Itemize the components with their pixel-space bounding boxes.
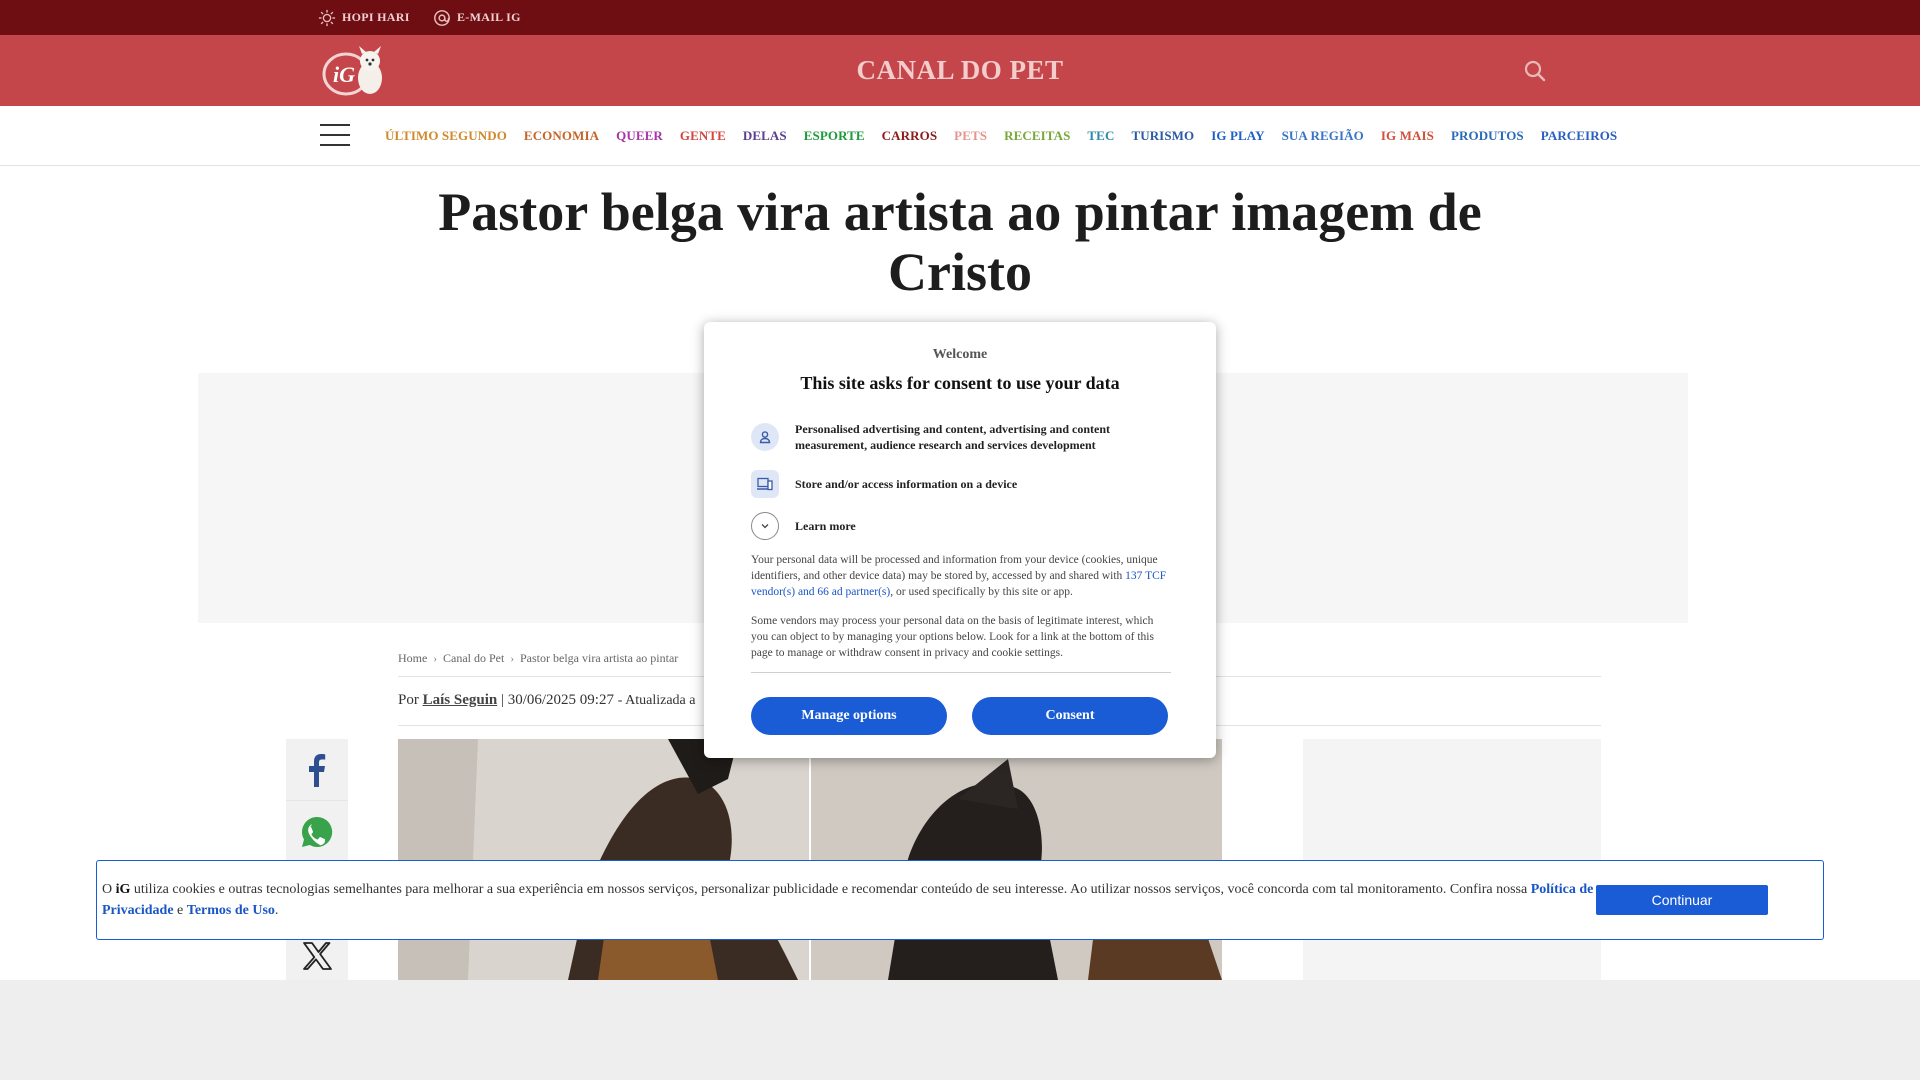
consent-paragraph-1: Your personal data will be processed and… [751,552,1171,600]
purpose-store-access: Store and/or access information on a dev… [751,470,1171,498]
learn-more-label: Learn more [795,519,856,533]
terms-link[interactable]: Termos de Uso [187,903,275,918]
consent-paragraph-2: Some vendors may process your personal d… [751,615,1154,659]
devices-icon [751,470,779,498]
cookie-text-part: O [102,882,116,897]
cookie-banner: O iG utiliza cookies e outras tecnologia… [96,860,1824,940]
manage-options-button[interactable]: Manage options [751,697,947,735]
purpose-text: Personalised advertising and content, ad… [795,422,1111,452]
cookie-brand: iG [115,882,131,897]
consent-button[interactable]: Consent [972,697,1168,735]
purpose-personalised-ads: Personalised advertising and content, ad… [751,421,1171,453]
cookie-text-part: . [274,903,279,918]
cookie-text: O iG utiliza cookies e outras tecnologia… [102,879,1602,921]
cookie-text-part: e [173,903,187,918]
consent-dialog: Welcome This site asks for consent to us… [704,322,1216,758]
consent-text: , or used specifically by this site or a… [890,586,1073,598]
purpose-text: Store and/or access information on a dev… [795,477,1018,491]
dialog-welcome: Welcome [932,347,988,362]
dialog-title: This site asks for consent to use your d… [800,373,1120,393]
consent-text: Your personal data will be processed and… [751,554,1158,582]
learn-more-toggle[interactable]: Learn more [751,512,1171,540]
chevron-down-icon [751,512,779,540]
continue-button[interactable]: Continuar [1596,885,1768,915]
cookie-text-part: utiliza cookies e outras tecnologias sem… [130,882,1531,897]
person-icon [751,423,779,451]
divider [751,672,1171,673]
